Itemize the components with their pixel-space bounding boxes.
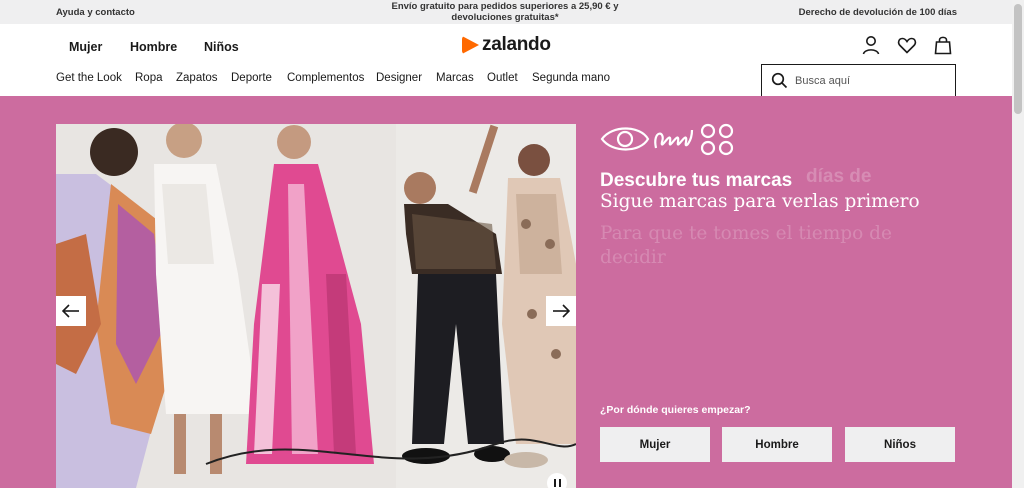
- cat-complementos[interactable]: Complementos: [287, 72, 364, 84]
- cat-ropa[interactable]: Ropa: [135, 72, 163, 84]
- heart-icon[interactable]: [896, 34, 918, 56]
- zalando-logo[interactable]: zalando: [462, 34, 551, 56]
- cat-deporte[interactable]: Deporte: [231, 72, 272, 84]
- cat-outlet[interactable]: Outlet: [487, 72, 518, 84]
- help-contact-link[interactable]: Ayuda y contacto: [56, 7, 135, 18]
- arrow-right-icon: [553, 304, 570, 318]
- search-icon: [771, 72, 788, 89]
- start-question: ¿Por dónde quieres empezar?: [600, 404, 751, 416]
- nav-mujer[interactable]: Mujer: [69, 40, 102, 54]
- coil-icon: [654, 129, 694, 149]
- page-scrollbar[interactable]: [1012, 0, 1024, 488]
- bag-icon[interactable]: [932, 34, 954, 56]
- arrow-left-icon: [62, 304, 79, 318]
- choice-ninos-button[interactable]: Niños: [845, 427, 955, 462]
- hero-carousel[interactable]: [56, 124, 576, 488]
- carousel-pause-button[interactable]: [547, 473, 567, 488]
- site-header: Mujer Hombre Niños zalando Get the Look …: [0, 24, 1024, 97]
- shipping-info: Envío gratuito para pedidos superiores a…: [391, 1, 619, 23]
- cat-designer[interactable]: Designer: [376, 72, 422, 84]
- fashion-models-image: [56, 124, 576, 488]
- hero-ghost-text: Para que te tomes el tiempo de decidir: [600, 223, 892, 268]
- feature-icons: [600, 122, 740, 161]
- grid-circles-icon: [700, 123, 734, 156]
- eye-icon: [600, 127, 650, 151]
- hero-title: Descubre tus marcas: [600, 170, 793, 191]
- nav-ninos[interactable]: Niños: [204, 40, 239, 54]
- user-icon[interactable]: [860, 34, 882, 56]
- hero-subtitle: Sigue marcas para verlas primero: [600, 191, 920, 212]
- top-info-bar: Ayuda y contacto Envío gratuito para ped…: [0, 0, 1024, 24]
- carousel-next-button[interactable]: [546, 296, 576, 326]
- cat-segunda-mano[interactable]: Segunda mano: [532, 72, 610, 84]
- cat-marcas[interactable]: Marcas: [436, 72, 474, 84]
- pause-bar-icon: [558, 479, 561, 487]
- cat-get-the-look[interactable]: Get the Look: [56, 72, 122, 84]
- search-input[interactable]: [795, 72, 945, 89]
- scrollbar-thumb[interactable]: [1014, 4, 1022, 114]
- logo-text: zalando: [482, 34, 551, 55]
- cat-zapatos[interactable]: Zapatos: [176, 72, 218, 84]
- choice-mujer-button[interactable]: Mujer: [600, 427, 710, 462]
- search-box[interactable]: [761, 64, 956, 97]
- carousel-prev-button[interactable]: [56, 296, 86, 326]
- returns-info[interactable]: Derecho de devolución de 100 días: [799, 7, 957, 18]
- pause-bar-icon: [553, 479, 556, 487]
- logo-mark-icon: [462, 36, 479, 54]
- nav-hombre[interactable]: Hombre: [130, 40, 177, 54]
- choice-hombre-button[interactable]: Hombre: [722, 427, 832, 462]
- hero-ghost-title: días de: [806, 166, 872, 187]
